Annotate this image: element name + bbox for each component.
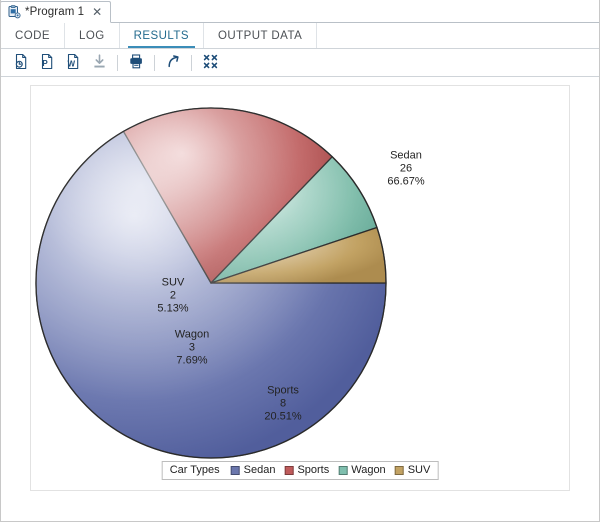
toolbar-separator: [154, 54, 155, 71]
program-tab[interactable]: *Program 1 ✕: [0, 1, 112, 23]
download-icon: [91, 53, 108, 73]
legend-item-suv[interactable]: SUV: [394, 464, 431, 476]
legend-label-sedan: Sedan: [243, 464, 276, 476]
legend-label-sports: Sports: [297, 464, 330, 476]
svg-text:P: P: [42, 59, 48, 68]
export-html-button[interactable]: [8, 51, 34, 75]
export-word-button[interactable]: W: [60, 51, 86, 75]
export-pdf-button[interactable]: P: [34, 51, 60, 75]
chart-legend: Car Types Sedan Sports Wagon SUV: [161, 461, 439, 480]
export-html-icon: [13, 53, 30, 73]
results-subtabs: CODE LOG RESULTS OUTPUT DATA: [0, 23, 600, 49]
tab-output-data[interactable]: OUTPUT DATA: [204, 23, 318, 48]
results-window: *Program 1 ✕ CODE LOG RESULTS OUTPUT DAT…: [0, 0, 600, 522]
tab-output-data-label: OUTPUT DATA: [218, 29, 303, 42]
tab-results[interactable]: RESULTS: [120, 23, 205, 48]
results-content: Sedan 26 66.67% Sports 8 20.51% Wagon 3 …: [0, 77, 600, 522]
legend-item-sedan[interactable]: Sedan: [230, 464, 276, 476]
toolbar-separator: [191, 54, 192, 71]
download-button[interactable]: [86, 51, 112, 75]
subtabs-filler: [317, 23, 600, 48]
open-external-icon: [165, 53, 182, 73]
print-icon: [128, 53, 145, 73]
tab-code[interactable]: CODE: [0, 23, 66, 48]
export-word-icon: W: [65, 53, 82, 73]
tab-results-label: RESULTS: [133, 29, 190, 42]
collapse-button[interactable]: [197, 51, 223, 75]
collapse-icon: [202, 53, 219, 73]
results-toolbar: P W: [0, 49, 600, 77]
chart-panel: Sedan 26 66.67% Sports 8 20.51% Wagon 3 …: [30, 85, 570, 491]
legend-swatch-sedan: [230, 465, 240, 475]
tabstrip-filler: [111, 0, 600, 22]
legend-item-wagon[interactable]: Wagon: [338, 464, 386, 476]
toolbar-separator: [117, 54, 118, 71]
legend-label-suv: SUV: [407, 464, 431, 476]
program-tabstrip: *Program 1 ✕: [0, 0, 600, 23]
pie-chart: Sedan 26 66.67% Sports 8 20.51% Wagon 3 …: [31, 86, 569, 490]
tab-code-label: CODE: [15, 29, 51, 42]
legend-swatch-suv: [394, 465, 404, 475]
close-icon[interactable]: ✕: [88, 6, 103, 19]
open-external-button[interactable]: [160, 51, 186, 75]
svg-text:W: W: [67, 59, 75, 68]
tab-log-label: LOG: [79, 29, 105, 42]
print-button[interactable]: [123, 51, 149, 75]
tab-log[interactable]: LOG: [65, 23, 120, 48]
legend-label-wagon: Wagon: [351, 464, 386, 476]
export-pdf-icon: P: [39, 53, 56, 73]
legend-swatch-sports: [284, 465, 294, 475]
legend-item-sports[interactable]: Sports: [284, 464, 329, 476]
program-tab-title: *Program 1: [25, 6, 85, 18]
program-clipboard-icon: [7, 5, 21, 19]
legend-swatch-wagon: [338, 465, 348, 475]
legend-title: Car Types: [169, 464, 220, 476]
